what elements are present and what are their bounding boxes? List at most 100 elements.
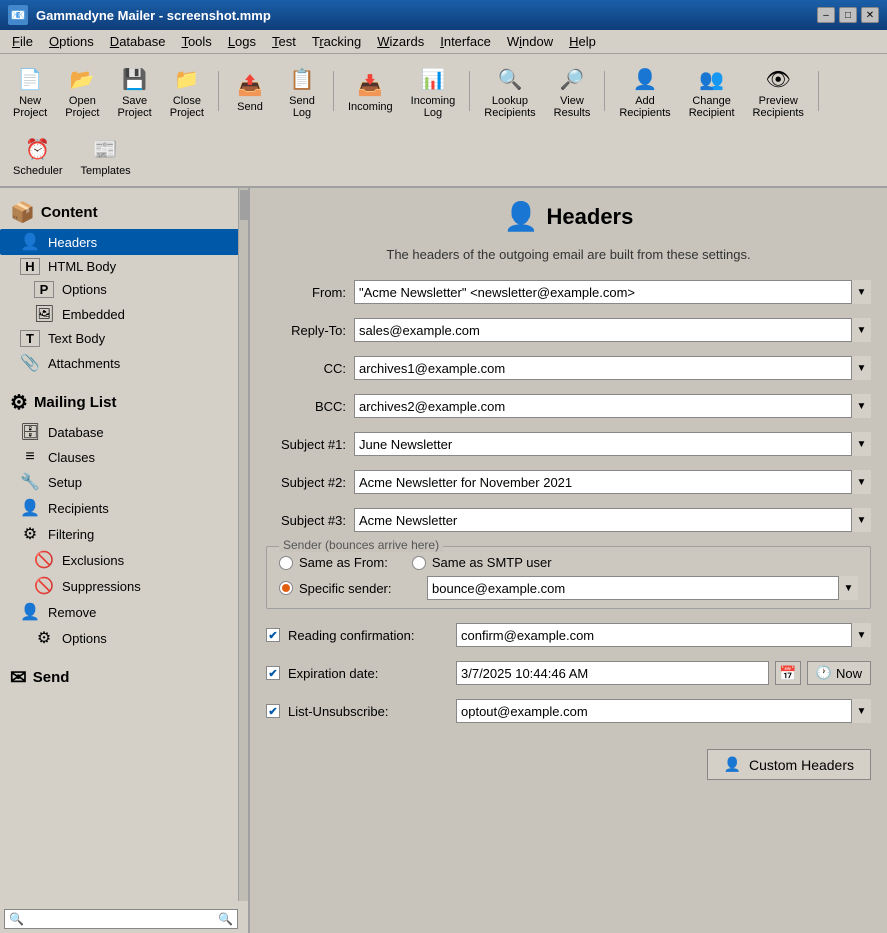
send-section-label: Send	[33, 669, 70, 686]
minimize-button[interactable]: –	[817, 7, 835, 23]
same-as-from-radio[interactable]	[279, 556, 293, 570]
close-project-button[interactable]: 📁 CloseProject	[163, 58, 211, 124]
reading-confirmation-checkbox[interactable]: ✔	[266, 628, 280, 642]
expiry-row: 📅 🕐 Now	[456, 661, 871, 685]
from-select[interactable]: "Acme Newsletter" <newsletter@example.co…	[354, 280, 871, 304]
menu-window[interactable]: Window	[499, 32, 561, 51]
sidebar-divider-2	[0, 651, 248, 659]
recipients-icon: 👤	[20, 498, 40, 518]
sidebar-item-exclusions[interactable]: 🚫 Exclusions	[0, 547, 248, 573]
list-unsubscribe-checkbox[interactable]: ✔	[266, 704, 280, 718]
content-section-label: Content	[41, 204, 98, 221]
menu-options[interactable]: Options	[41, 32, 102, 51]
preview-recipients-button[interactable]: 👁 PreviewRecipients	[746, 58, 811, 124]
sidebar-item-setup[interactable]: 🔧 Setup	[0, 469, 248, 495]
incoming-button[interactable]: 📥 Incoming	[341, 64, 400, 118]
templates-icon: 📰	[90, 133, 122, 165]
sidebar-item-text-body[interactable]: T Text Body	[0, 327, 248, 350]
sidebar-item-clauses[interactable]: ≡ Clauses	[0, 445, 248, 469]
sidebar-item-database[interactable]: 🗄 Database	[0, 419, 248, 445]
sidebar-item-suppressions[interactable]: 🚫 Suppressions	[0, 573, 248, 599]
sidebar-item-html-body[interactable]: H HTML Body	[0, 255, 248, 278]
close-button[interactable]: ✕	[861, 7, 879, 23]
same-as-from-option[interactable]: Same as From:	[279, 555, 388, 570]
add-recipients-button[interactable]: 👤 AddRecipients	[612, 58, 677, 124]
specific-sender-select[interactable]: bounce@example.com	[427, 576, 858, 600]
send-log-button[interactable]: 📋 SendLog	[278, 58, 326, 124]
sidebar-item-attachments[interactable]: 📎 Attachments	[0, 350, 248, 376]
save-project-button[interactable]: 💾 SaveProject	[111, 58, 159, 124]
expiration-date-checkbox[interactable]: ✔	[266, 666, 280, 680]
subject2-select[interactable]: Acme Newsletter for November 2021	[354, 470, 871, 494]
list-unsubscribe-select-wrapper: optout@example.com ▼	[456, 699, 871, 723]
content-area: 👤 Headers The headers of the outgoing em…	[250, 188, 887, 933]
reply-to-row: Reply-To: sales@example.com ▼	[266, 318, 871, 342]
scheduler-button[interactable]: ⏰ Scheduler	[6, 128, 70, 182]
incoming-log-button[interactable]: 📊 IncomingLog	[404, 58, 463, 124]
open-project-button[interactable]: 📂 OpenProject	[58, 58, 106, 124]
menu-help[interactable]: Help	[561, 32, 604, 51]
sidebar-item-headers[interactable]: 👤 Headers	[0, 229, 248, 255]
send-section-title: ✉ Send	[0, 659, 248, 694]
menu-interface[interactable]: Interface	[432, 32, 499, 51]
cc-select[interactable]: archives1@example.com	[354, 356, 871, 380]
menu-test[interactable]: Test	[264, 32, 304, 51]
clauses-label: Clauses	[48, 450, 95, 465]
same-as-smtp-option[interactable]: Same as SMTP user	[412, 555, 552, 570]
list-unsubscribe-label: List-Unsubscribe:	[288, 704, 448, 719]
lookup-recipients-icon: 🔍	[494, 63, 526, 95]
change-recipient-label: ChangeRecipient	[689, 95, 735, 119]
specific-sender-label-area: Specific sender:	[279, 581, 419, 596]
subject2-row: Subject #2: Acme Newsletter for November…	[266, 470, 871, 494]
templates-button[interactable]: 📰 Templates	[74, 128, 138, 182]
lookup-recipients-label: LookupRecipients	[484, 95, 535, 119]
same-as-smtp-radio[interactable]	[412, 556, 426, 570]
search-icon: 🔍	[218, 912, 233, 926]
calendar-button[interactable]: 📅	[775, 661, 801, 685]
list-unsubscribe-row: ✔ List-Unsubscribe: optout@example.com ▼	[266, 699, 871, 723]
lookup-recipients-button[interactable]: 🔍 LookupRecipients	[477, 58, 542, 124]
recipients-label: Recipients	[48, 501, 109, 516]
options-label: Options	[62, 282, 107, 297]
maximize-button[interactable]: □	[839, 7, 857, 23]
menu-database[interactable]: Database	[102, 32, 174, 51]
subject1-select[interactable]: June Newsletter	[354, 432, 871, 456]
specific-sender-radio[interactable]	[279, 581, 293, 595]
send-button[interactable]: 📤 Send	[226, 64, 274, 118]
save-project-icon: 💾	[119, 63, 151, 95]
view-results-button[interactable]: 🔎 ViewResults	[547, 58, 598, 124]
mailing-list-label: Mailing List	[34, 394, 117, 411]
menu-file[interactable]: File	[4, 32, 41, 51]
list-unsubscribe-select[interactable]: optout@example.com	[456, 699, 871, 723]
expiration-date-input[interactable]	[456, 661, 769, 685]
change-recipient-button[interactable]: 👥 ChangeRecipient	[682, 58, 742, 124]
menu-tracking[interactable]: Tracking	[304, 32, 369, 51]
menu-wizards[interactable]: Wizards	[369, 32, 432, 51]
reading-confirmation-select[interactable]: confirm@example.com	[456, 623, 871, 647]
sidebar-search[interactable]: 🔍	[4, 909, 238, 929]
reading-confirmation-select-wrapper: confirm@example.com ▼	[456, 623, 871, 647]
reply-to-select[interactable]: sales@example.com	[354, 318, 871, 342]
from-select-wrapper: "Acme Newsletter" <newsletter@example.co…	[354, 280, 871, 304]
menu-tools[interactable]: Tools	[173, 32, 219, 51]
sidebar-item-remove[interactable]: 👤 Remove	[0, 599, 248, 625]
filtering-label: Filtering	[48, 527, 94, 542]
main-layout: 📦 Content 👤 Headers H HTML Body P Option…	[0, 188, 887, 933]
custom-headers-button[interactable]: 👤 Custom Headers	[707, 749, 871, 780]
sidebar-item-filtering[interactable]: ⚙ Filtering	[0, 521, 248, 547]
now-button[interactable]: 🕐 Now	[807, 661, 871, 685]
sidebar-item-options[interactable]: P Options	[0, 278, 248, 301]
menu-logs[interactable]: Logs	[220, 32, 264, 51]
bcc-select[interactable]: archives2@example.com	[354, 394, 871, 418]
new-project-button[interactable]: 📄 NewProject	[6, 58, 54, 124]
incoming-log-icon: 📊	[417, 63, 449, 95]
sidebar-item-recipients[interactable]: 👤 Recipients	[0, 495, 248, 521]
search-input[interactable]	[9, 912, 218, 926]
subject3-select[interactable]: Acme Newsletter	[354, 508, 871, 532]
toolbar-separator-4	[604, 71, 605, 111]
bcc-select-wrapper: archives2@example.com ▼	[354, 394, 871, 418]
sidebar-item-embedded[interactable]: 🖼 Embedded	[0, 301, 248, 327]
sidebar-scrollbar[interactable]	[238, 188, 248, 901]
change-recipient-icon: 👥	[696, 63, 728, 95]
sidebar-item-options-ml[interactable]: ⚙ Options	[0, 625, 248, 651]
